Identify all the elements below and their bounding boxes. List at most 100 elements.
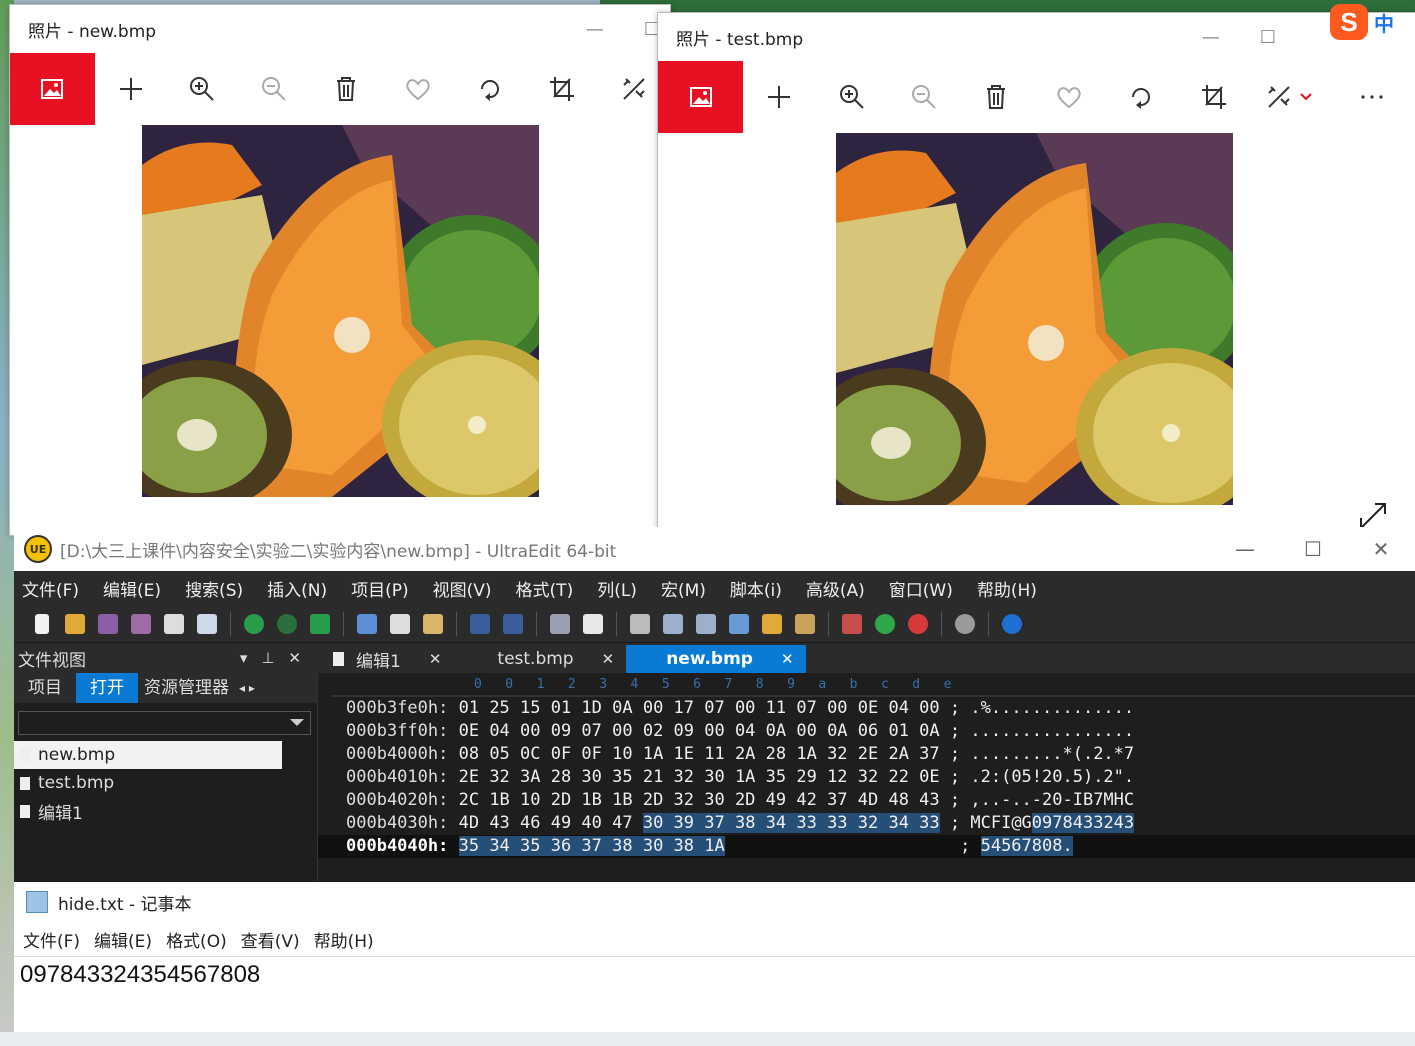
maximize-button[interactable]: ☐ — [1260, 27, 1276, 48]
minimize-button[interactable]: — — [1211, 527, 1279, 571]
find-prev-button[interactable] — [659, 610, 687, 638]
settings-button[interactable] — [951, 610, 979, 638]
crop-button[interactable] — [526, 53, 598, 125]
file-view-header: 文件视图 ▾⊥✕ — [14, 643, 321, 673]
paste-button[interactable] — [419, 610, 447, 638]
compare-button[interactable] — [838, 610, 866, 638]
menu-item[interactable]: 脚本(i) — [730, 576, 782, 601]
uc-button[interactable] — [871, 610, 899, 638]
zoom-in-button[interactable] — [166, 53, 238, 125]
file-icon — [20, 776, 30, 790]
menu-item[interactable]: 列(L) — [597, 576, 637, 601]
tab-new-bmp[interactable]: new.bmp ✕ — [626, 645, 806, 673]
menu-item[interactable]: 视图(V) — [433, 576, 492, 601]
menu-item[interactable]: 文件(F) — [23, 927, 80, 952]
replace-icon — [729, 614, 749, 634]
minimize-button[interactable]: — — [1202, 27, 1220, 48]
new-file-button[interactable] — [28, 610, 56, 638]
hex-row[interactable]: 000b4030h: 4D 43 46 49 40 47 30 39 37 38… — [318, 812, 1415, 835]
hex-row[interactable]: 000b3ff0h: 0E 04 00 09 07 00 02 09 00 04… — [318, 720, 1415, 743]
rotate-button[interactable] — [454, 53, 526, 125]
save-all-button[interactable] — [127, 610, 155, 638]
zoom-in-button[interactable] — [815, 61, 887, 133]
goto-button[interactable] — [306, 610, 334, 638]
tab-edit1[interactable]: 编辑1 ✕ — [321, 645, 453, 673]
menu-item[interactable]: 窗口(W) — [889, 576, 953, 601]
tab-explorer[interactable]: 资源管理器 — [138, 673, 235, 703]
close-button[interactable]: ✕ — [1347, 527, 1415, 571]
tab-open[interactable]: 打开 — [76, 673, 138, 703]
menu-item[interactable]: 格式(O) — [166, 927, 227, 952]
save-button[interactable] — [94, 610, 122, 638]
file-view-controls[interactable]: ▾⊥✕ — [240, 643, 315, 673]
menu-item[interactable]: 帮助(H) — [977, 576, 1037, 601]
notepad-text-area[interactable]: 097843324354567808 — [14, 957, 1415, 993]
ime-indicator[interactable]: S 中 — [1330, 2, 1410, 42]
help-button[interactable] — [998, 610, 1026, 638]
cut-button[interactable] — [353, 610, 381, 638]
rotate-button[interactable] — [1105, 61, 1177, 133]
menu-item[interactable]: 帮助(H) — [314, 927, 374, 952]
redo-button[interactable] — [499, 610, 527, 638]
menu-item[interactable]: 搜索(S) — [185, 576, 243, 601]
menu-item[interactable]: 宏(M) — [661, 576, 706, 601]
find-next-button[interactable] — [692, 610, 720, 638]
scroll-arrows[interactable]: ◂ ▸ — [235, 673, 259, 703]
tab-test-bmp[interactable]: test.bmp ✕ — [453, 645, 626, 673]
favorite-button[interactable] — [1033, 61, 1105, 133]
menu-item[interactable]: 插入(N) — [267, 576, 327, 601]
us-button[interactable] — [904, 610, 932, 638]
find-button[interactable] — [626, 610, 654, 638]
photo-tab-button[interactable] — [10, 53, 95, 125]
close-tab-icon[interactable]: ✕ — [781, 650, 794, 668]
hex-row[interactable]: 000b4000h: 08 05 0C 0F 0F 10 1A 1E 11 2A… — [318, 743, 1415, 766]
edit-button[interactable] — [1250, 61, 1328, 133]
menu-item[interactable]: 查看(V) — [241, 927, 300, 952]
delete-button[interactable] — [310, 53, 382, 125]
hex-row[interactable]: 000b3fe0h: 01 25 15 01 1D 0A 00 17 07 00… — [318, 697, 1415, 720]
file-filter-dropdown[interactable] — [18, 711, 311, 735]
open-file-button[interactable] — [61, 610, 89, 638]
close-tab-icon[interactable]: ✕ — [602, 650, 615, 668]
menu-item[interactable]: 项目(P) — [351, 576, 409, 601]
maximize-button[interactable]: ☐ — [1279, 527, 1347, 571]
uc-icon — [875, 614, 895, 634]
add-button[interactable] — [95, 53, 167, 125]
print-preview-button[interactable] — [193, 610, 221, 638]
hex-row-current[interactable]: 000b4040h: 35 34 35 36 37 38 30 38 1A ; … — [318, 835, 1415, 858]
minimize-button[interactable]: — — [586, 19, 604, 40]
menu-item[interactable]: 编辑(E) — [94, 927, 152, 952]
more-button[interactable] — [1328, 61, 1415, 133]
hex-row[interactable]: 000b4010h: 2E 32 3A 28 30 35 21 32 30 1A… — [318, 766, 1415, 789]
print-button[interactable] — [160, 610, 188, 638]
tab-project[interactable]: 项目 — [14, 673, 76, 703]
menu-item[interactable]: 编辑(E) — [103, 576, 161, 601]
replace-in-files-button[interactable] — [791, 610, 819, 638]
zoom-out-button[interactable] — [888, 61, 960, 133]
selected-hex: 35 34 35 36 37 38 30 38 1A — [458, 836, 725, 856]
list-item[interactable]: new.bmp — [14, 741, 282, 769]
delete-button[interactable] — [960, 61, 1032, 133]
zoom-out-button[interactable] — [238, 53, 310, 125]
back-button[interactable] — [240, 610, 268, 638]
menu-item[interactable]: 格式(T) — [516, 576, 574, 601]
list-item[interactable]: 编辑1 — [14, 797, 317, 825]
crop-button[interactable] — [1177, 61, 1249, 133]
menu-item[interactable]: 文件(F) — [22, 576, 79, 601]
add-button[interactable] — [743, 61, 815, 133]
copy-button[interactable] — [386, 610, 414, 638]
find-in-files-button[interactable] — [758, 610, 786, 638]
list-item[interactable]: test.bmp — [14, 769, 317, 797]
hex-editor[interactable]: 0 0 1 2 3 4 5 6 7 8 9 a b c d e 000b3fe0… — [318, 673, 1415, 883]
favorite-button[interactable] — [382, 53, 454, 125]
menu-item[interactable]: 高级(A) — [806, 576, 865, 601]
notepad-window: hide.txt - 记事本 文件(F) 编辑(E) 格式(O) 查看(V) 帮助(H)… — [14, 882, 1415, 1046]
hex-row[interactable]: 000b4020h: 2C 1B 10 2D 1B 1B 2D 32 30 2D… — [318, 789, 1415, 812]
photo-tab-button[interactable] — [658, 61, 744, 133]
forward-button[interactable] — [273, 610, 301, 638]
close-tab-icon[interactable]: ✕ — [429, 650, 442, 668]
column-mode-button[interactable] — [546, 610, 574, 638]
undo-button[interactable] — [466, 610, 494, 638]
replace-button[interactable] — [725, 610, 753, 638]
hex-mode-button[interactable] — [579, 610, 607, 638]
